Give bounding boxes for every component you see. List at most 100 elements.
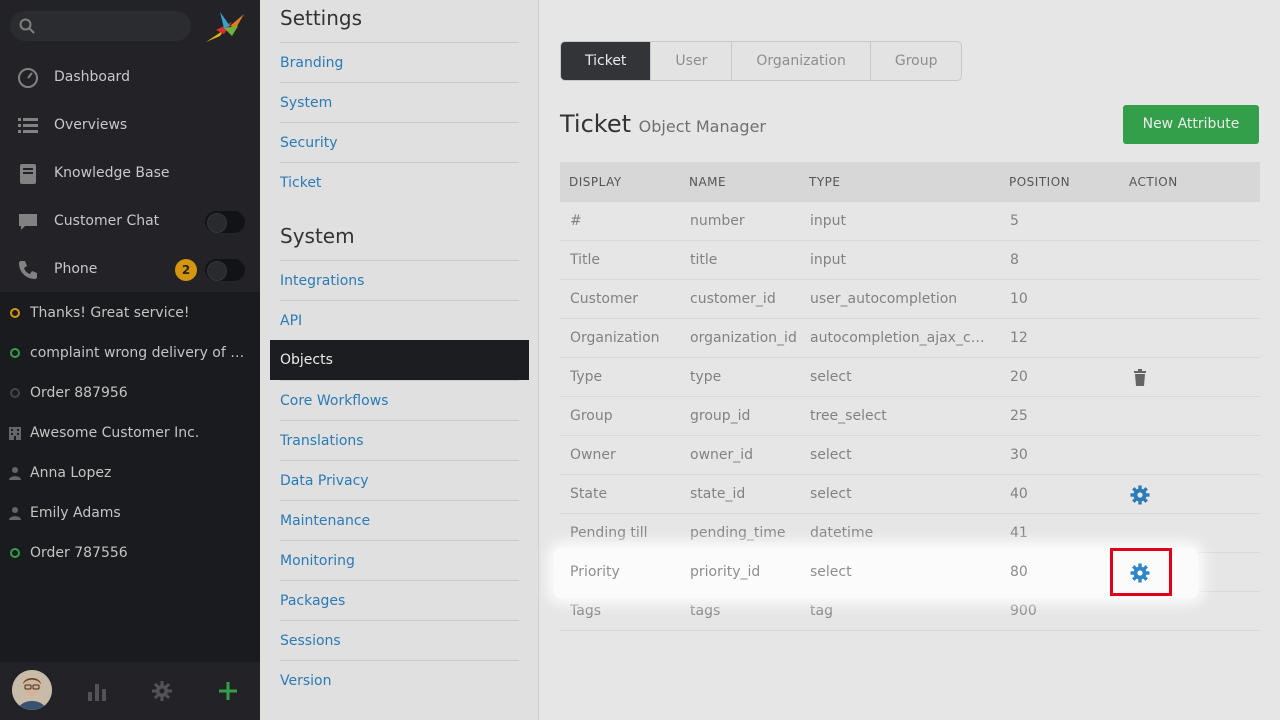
phone-toggle[interactable] bbox=[205, 259, 245, 281]
table-row[interactable]: Owner owner_id select 30 bbox=[560, 436, 1260, 475]
settings-item-api[interactable]: API bbox=[280, 300, 519, 340]
avatar[interactable] bbox=[12, 670, 52, 710]
settings-item-security[interactable]: Security bbox=[280, 122, 519, 162]
settings-item-label: Sessions bbox=[280, 633, 341, 649]
table-row[interactable]: Group group_id tree_select 25 bbox=[560, 397, 1260, 436]
task-label: Awesome Customer Inc. bbox=[30, 425, 200, 441]
cell-type: select bbox=[810, 447, 852, 463]
cell-type: input bbox=[810, 252, 847, 268]
settings-item-branding[interactable]: Branding bbox=[280, 42, 519, 82]
settings-item-sessions[interactable]: Sessions bbox=[280, 620, 519, 660]
cell-position: 41 bbox=[1010, 525, 1028, 541]
cell-type: select bbox=[810, 369, 852, 385]
settings-item-data-privacy[interactable]: Data Privacy bbox=[280, 460, 519, 500]
cell-name: state_id bbox=[690, 486, 746, 502]
user-icon bbox=[9, 507, 21, 520]
logo-icon[interactable] bbox=[202, 8, 246, 44]
task-item[interactable]: Emily Adams bbox=[0, 493, 260, 533]
column-header-position[interactable]: POSITION bbox=[1009, 175, 1109, 189]
cell-name: number bbox=[690, 213, 745, 229]
nav-label: Knowledge Base bbox=[54, 165, 170, 181]
settings-item-label: API bbox=[280, 313, 303, 329]
settings-item-translations[interactable]: Translations bbox=[280, 420, 519, 460]
settings-item-ticket[interactable]: Ticket bbox=[280, 162, 519, 202]
table-row[interactable]: Customer customer_id user_autocompletion 10 bbox=[560, 280, 1260, 319]
task-item[interactable]: complaint wrong delivery of ord... bbox=[0, 333, 260, 373]
cell-display: Priority bbox=[570, 564, 620, 580]
settings-item-label: Security bbox=[280, 135, 338, 151]
nav-dashboard[interactable]: Dashboard bbox=[0, 54, 260, 102]
settings-gear-icon[interactable] bbox=[151, 680, 173, 702]
cell-display: Tags bbox=[570, 603, 601, 619]
task-item[interactable]: Order 787556 bbox=[0, 533, 260, 573]
ticket-closed-icon bbox=[10, 388, 20, 398]
book-icon bbox=[20, 164, 36, 184]
cell-type: select bbox=[810, 486, 852, 502]
nav-phone[interactable]: Phone 2 bbox=[0, 246, 260, 294]
cell-name: pending_time bbox=[690, 525, 786, 541]
task-item[interactable]: Order 887956 bbox=[0, 373, 260, 413]
settings-title: Settings bbox=[280, 6, 363, 30]
chat-toggle[interactable] bbox=[205, 211, 245, 233]
cell-display: State bbox=[570, 486, 608, 502]
settings-item-integrations[interactable]: Integrations bbox=[280, 260, 519, 300]
nav-bottom-bar bbox=[0, 662, 260, 720]
task-label: Order 887956 bbox=[30, 385, 128, 401]
settings-item-label: Data Privacy bbox=[280, 473, 369, 489]
cell-position: 8 bbox=[1010, 252, 1019, 268]
column-header-action: ACTION bbox=[1129, 175, 1178, 189]
phone-badge: 2 bbox=[175, 259, 197, 281]
table-row[interactable]: Organization organization_id autocompletio… bbox=[560, 319, 1260, 358]
nav-customer-chat[interactable]: Customer Chat bbox=[0, 198, 260, 246]
cell-position: 20 bbox=[1010, 369, 1028, 385]
cell-position: 10 bbox=[1010, 291, 1028, 307]
settings-item-label: Translations bbox=[280, 433, 364, 449]
column-header-name[interactable]: NAME bbox=[689, 175, 799, 189]
new-attribute-button[interactable]: New Attribute bbox=[1123, 105, 1259, 144]
settings-item-packages[interactable]: Packages bbox=[280, 580, 519, 620]
settings-item-label: Monitoring bbox=[280, 553, 355, 569]
table-row[interactable]: # number input 5 bbox=[560, 202, 1260, 241]
search-input[interactable] bbox=[10, 11, 191, 41]
settings-panel: Settings Branding System Security Ticket… bbox=[260, 0, 539, 720]
reports-icon[interactable] bbox=[86, 680, 108, 702]
cell-name: organization_id bbox=[690, 330, 797, 346]
dashboard-icon bbox=[18, 68, 38, 88]
table-row[interactable]: Title title input 8 bbox=[560, 241, 1260, 280]
tab-group[interactable]: Group bbox=[871, 42, 962, 80]
task-item[interactable]: Thanks! Great service! bbox=[0, 293, 260, 333]
nav-overviews[interactable]: Overviews bbox=[0, 102, 260, 150]
task-list: Thanks! Great service! complaint wrong d… bbox=[0, 292, 260, 662]
chat-icon bbox=[19, 214, 37, 230]
settings-item-maintenance[interactable]: Maintenance bbox=[280, 500, 519, 540]
task-label: Thanks! Great service! bbox=[30, 305, 190, 321]
settings-item-monitoring[interactable]: Monitoring bbox=[280, 540, 519, 580]
task-item[interactable]: Anna Lopez bbox=[0, 453, 260, 493]
settings-item-core-workflows[interactable]: Core Workflows bbox=[280, 380, 519, 420]
tab-user[interactable]: User bbox=[651, 42, 733, 80]
cell-position: 5 bbox=[1010, 213, 1019, 229]
cell-type: input bbox=[810, 213, 847, 229]
settings-item-system[interactable]: System bbox=[280, 82, 519, 122]
plus-icon[interactable] bbox=[217, 680, 239, 702]
system-section-title: System bbox=[280, 224, 355, 248]
tab-ticket[interactable]: Ticket bbox=[561, 42, 652, 80]
cell-position: 30 bbox=[1010, 447, 1028, 463]
highlighted-row[interactable]: Priority priority_id select 80 bbox=[554, 548, 1198, 598]
settings-item-objects[interactable]: Objects bbox=[270, 340, 529, 380]
settings-item-label: System bbox=[280, 95, 333, 111]
gear-icon[interactable] bbox=[1130, 485, 1150, 505]
table-row[interactable]: State state_id select 40 bbox=[560, 475, 1260, 514]
settings-item-label: Objects bbox=[280, 352, 333, 368]
table-row[interactable]: Type type select 20 bbox=[560, 358, 1260, 397]
column-header-type[interactable]: TYPE bbox=[809, 175, 989, 189]
column-header-display[interactable]: DISPLAY bbox=[569, 175, 679, 189]
cell-display: Owner bbox=[570, 447, 616, 463]
cell-position: 40 bbox=[1010, 486, 1028, 502]
task-item[interactable]: Awesome Customer Inc. bbox=[0, 413, 260, 453]
nav-knowledge-base[interactable]: Knowledge Base bbox=[0, 150, 260, 198]
tab-organization[interactable]: Organization bbox=[732, 42, 871, 80]
cell-display: Customer bbox=[570, 291, 639, 307]
settings-item-version[interactable]: Version bbox=[280, 660, 519, 700]
trash-icon[interactable] bbox=[1130, 368, 1150, 388]
